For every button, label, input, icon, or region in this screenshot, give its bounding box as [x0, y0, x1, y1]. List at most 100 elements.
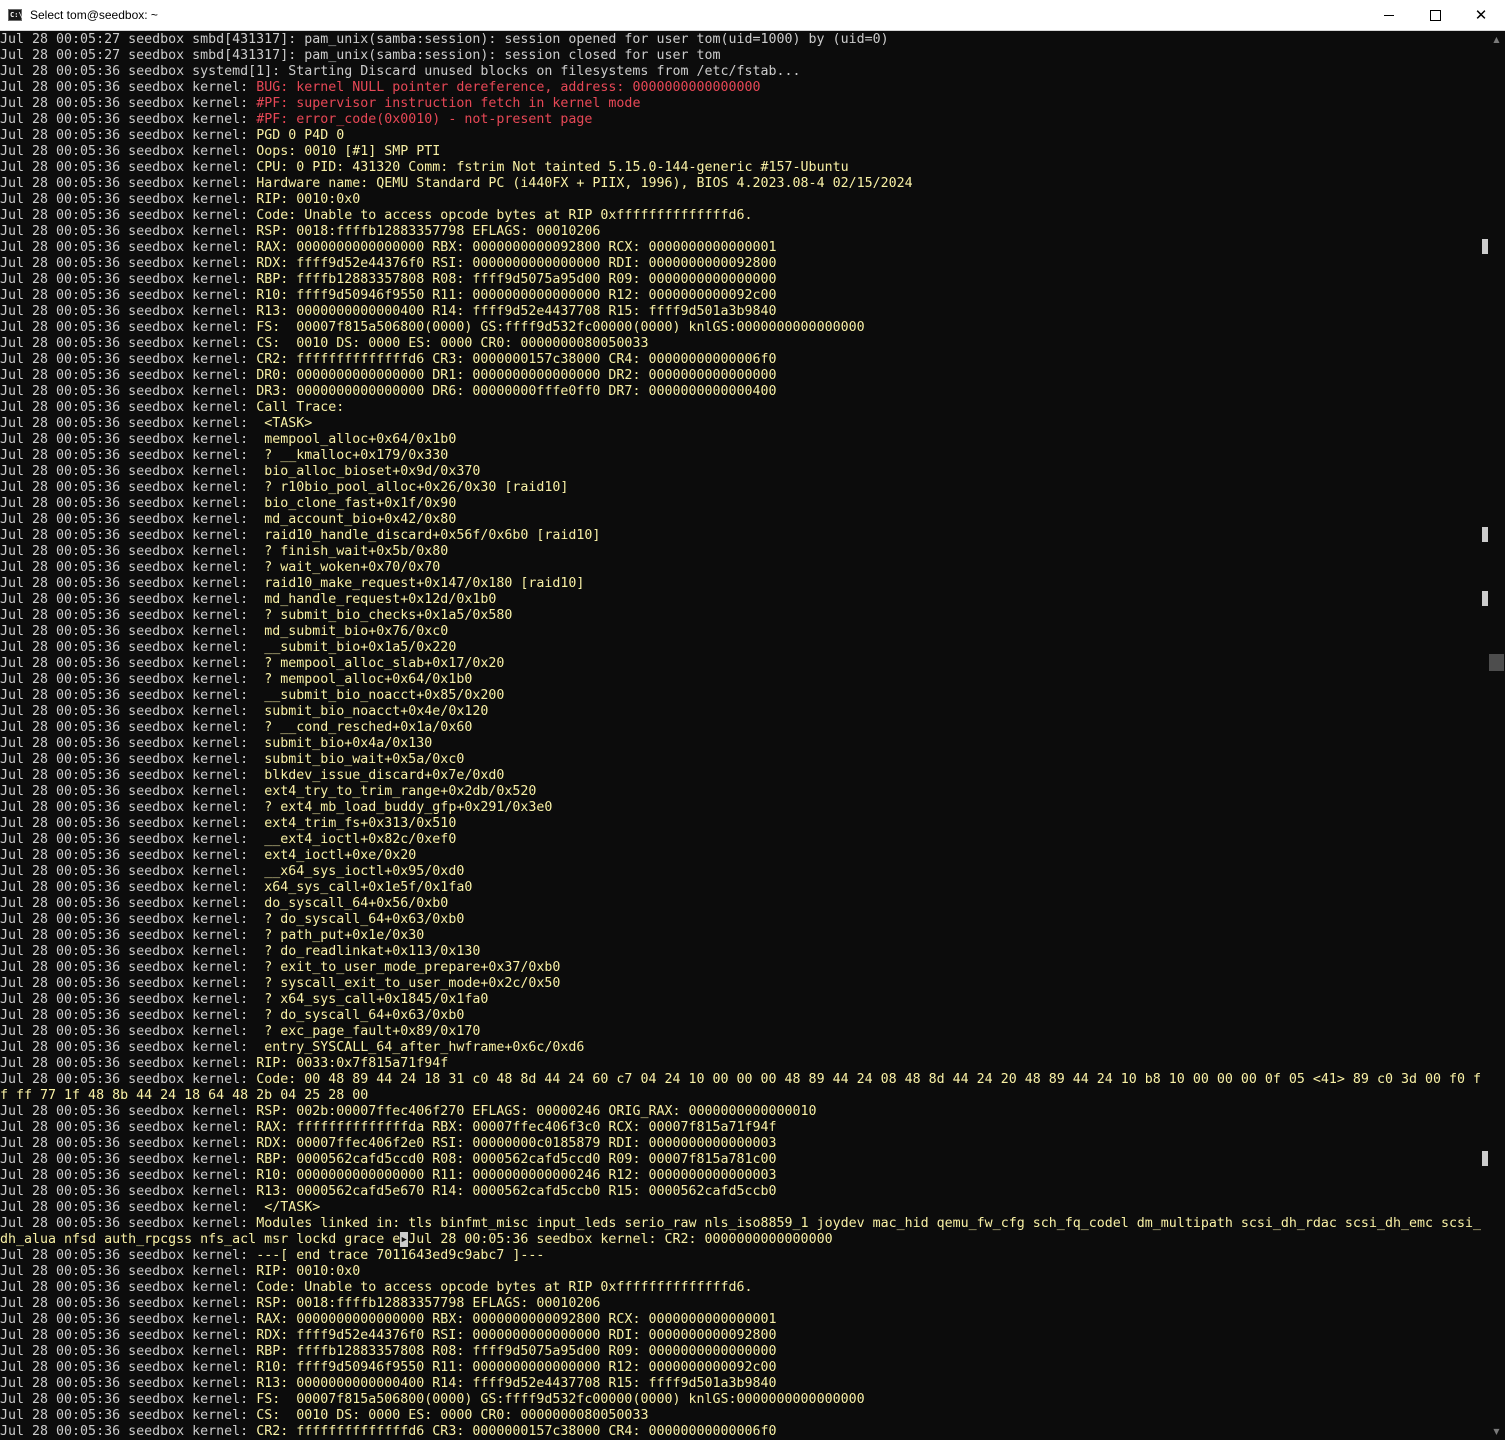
- log-message: ext4_try_to_trim_range+0x2db/0x520: [256, 784, 537, 799]
- log-message: Code: Unable to access opcode bytes at R…: [256, 1280, 753, 1295]
- terminal-line: Jul 28 00:05:36 seedbox kernel: RSP: 001…: [0, 1296, 1487, 1312]
- log-prefix: Jul 28 00:05:36 seedbox kernel:: [0, 1264, 257, 1279]
- terminal-line: Jul 28 00:05:36 seedbox kernel: FS: 0000…: [0, 320, 1487, 336]
- log-message: blkdev_issue_discard+0x7e/0xd0: [256, 768, 505, 783]
- terminal-line: Jul 28 00:05:36 seedbox kernel: R13: 000…: [0, 1376, 1487, 1392]
- terminal-line: Jul 28 00:05:36 seedbox kernel: </TASK>: [0, 1200, 1487, 1216]
- log-message: md_submit_bio+0x76/0xc0: [256, 624, 449, 639]
- terminal-line: Jul 28 00:05:36 seedbox kernel: RIP: 001…: [0, 1264, 1487, 1280]
- log-prefix: Jul 28 00:05:36 seedbox kernel:: [0, 848, 257, 863]
- log-prefix: Jul 28 00:05:36 seedbox kernel:: [0, 208, 257, 223]
- maximize-button[interactable]: [1412, 0, 1458, 30]
- log-message: R10: ffff9d50946f9550 R11: 0000000000000…: [256, 1360, 777, 1375]
- scroll-up-arrow-icon[interactable]: ▲: [1488, 31, 1505, 48]
- terminal-line: Jul 28 00:05:36 seedbox kernel: ext4_try…: [0, 784, 1487, 800]
- terminal-line: Jul 28 00:05:36 seedbox kernel: RAX: 000…: [0, 240, 1487, 256]
- terminal-line: Jul 28 00:05:36 seedbox kernel: ? syscal…: [0, 976, 1487, 992]
- terminal-line: Jul 28 00:05:36 seedbox kernel: ? do_sys…: [0, 912, 1487, 928]
- terminal-line: Jul 28 00:05:36 seedbox kernel: ? finish…: [0, 544, 1487, 560]
- window-title: Select tom@seedbox: ~: [30, 8, 158, 22]
- log-message: raid10_make_request+0x147/0x180 [raid10]: [256, 576, 585, 591]
- log-prefix: Jul 28 00:05:36 seedbox kernel:: [0, 480, 257, 495]
- log-message: bio_alloc_bioset+0x9d/0x370: [256, 464, 481, 479]
- log-message: R13: 0000000000000400 R14: ffff9d52e4437…: [256, 1376, 777, 1391]
- log-prefix: Jul 28 00:05:36 seedbox kernel:: [0, 976, 257, 991]
- log-prefix: Jul 28 00:05:36 seedbox kernel:: [0, 544, 257, 559]
- terminal-line: Jul 28 00:05:36 seedbox kernel: ext4_ioc…: [0, 848, 1487, 864]
- scrollbar-thumb[interactable]: [1489, 654, 1504, 671]
- log-prefix: Jul 28 00:05:36 seedbox kernel:: [0, 928, 257, 943]
- log-message: ? path_put+0x1e/0x30: [256, 928, 425, 943]
- log-message: CS: 0010 DS: 0000 ES: 0000 CR0: 00000000…: [256, 336, 649, 351]
- terminal-line: Jul 28 00:05:36 seedbox kernel: bio_allo…: [0, 464, 1487, 480]
- log-prefix: Jul 28 00:05:36 seedbox kernel:: [0, 1312, 257, 1327]
- terminal-line: Jul 28 00:05:36 seedbox kernel: ? submit…: [0, 608, 1487, 624]
- log-prefix: Jul 28 00:05:36 seedbox kernel:: [0, 592, 257, 607]
- terminal-line: Jul 28 00:05:27 seedbox smbd[431317]: pa…: [0, 32, 1487, 48]
- log-prefix: Jul 28 00:05:36 seedbox kernel:: [0, 528, 257, 543]
- log-prefix: Jul 28 00:05:36 seedbox kernel:: [0, 1424, 257, 1439]
- log-prefix: Jul 28 00:05:36 seedbox kernel:: [0, 1296, 257, 1311]
- log-message: ? exit_to_user_mode_prepare+0x37/0xb0: [256, 960, 561, 975]
- log-prefix: Jul 28 00:05:36 seedbox kernel:: [0, 1152, 257, 1167]
- log-prefix: Jul 28 00:05:36 seedbox kernel:: [0, 112, 257, 127]
- terminal-line: Jul 28 00:05:36 seedbox kernel: RDX: 000…: [0, 1136, 1487, 1152]
- log-message: R10: 0000000000000000 R11: 0000000000000…: [256, 1168, 777, 1183]
- terminal-output[interactable]: Jul 28 00:05:27 seedbox smbd[431317]: pa…: [0, 32, 1487, 1440]
- log-message: ? r10bio_pool_alloc+0x26/0x30 [raid10]: [256, 480, 569, 495]
- terminal-line: Jul 28 00:05:36 seedbox kernel: ? wait_w…: [0, 560, 1487, 576]
- scroll-down-arrow-icon[interactable]: ▼: [1488, 1423, 1505, 1440]
- terminal-line: Jul 28 00:05:36 seedbox kernel: ? exc_pa…: [0, 1024, 1487, 1040]
- log-prefix: Jul 28 00:05:36 seedbox kernel:: [0, 256, 257, 271]
- log-message: bio_clone_fast+0x1f/0x90: [256, 496, 457, 511]
- terminal-line: Jul 28 00:05:36 seedbox kernel: DR0: 000…: [0, 368, 1487, 384]
- close-button[interactable]: ✕: [1458, 0, 1504, 30]
- log-message: ? do_readlinkat+0x113/0x130: [256, 944, 481, 959]
- window-title-bar[interactable]: C:\ Select tom@seedbox: ~ ✕: [0, 0, 1505, 31]
- log-prefix: Jul 28 00:05:36 seedbox kernel:: [0, 240, 257, 255]
- log-message: R13: 0000562cafd5e670 R14: 0000562cafd5c…: [256, 1184, 777, 1199]
- log-prefix: Jul 28 00:05:36 seedbox kernel:: [0, 880, 257, 895]
- log-message: #PF: error_code(0x0010) - not-present pa…: [256, 112, 593, 127]
- log-prefix: Jul 28 00:05:36 seedbox kernel:: [0, 384, 257, 399]
- log-message: raid10_handle_discard+0x56f/0x6b0 [raid1…: [256, 528, 601, 543]
- scroll-marker: [1482, 527, 1488, 542]
- log-message: ? ext4_mb_load_buddy_gfp+0x291/0x3e0: [256, 800, 553, 815]
- log-message: RIP: 0010:0x0: [256, 192, 361, 207]
- log-prefix: Jul 28 00:05:36 seedbox kernel:: [0, 1328, 257, 1343]
- terminal-line: f ff 77 1f 48 8b 44 24 18 64 48 2b 04 25…: [0, 1088, 1487, 1104]
- terminal-line: Jul 28 00:05:36 seedbox kernel: RSP: 001…: [0, 224, 1487, 240]
- terminal-line: Jul 28 00:05:36 seedbox kernel: Code: Un…: [0, 1280, 1487, 1296]
- log-message: ? __kmalloc+0x179/0x330: [256, 448, 449, 463]
- log-message: ? syscall_exit_to_user_mode+0x2c/0x50: [256, 976, 561, 991]
- log-message: DR0: 0000000000000000 DR1: 0000000000000…: [256, 368, 777, 383]
- log-prefix: Jul 28 00:05:36 seedbox kernel:: [0, 944, 257, 959]
- terminal-line: Jul 28 00:05:36 seedbox kernel: md_submi…: [0, 624, 1487, 640]
- terminal-line: Jul 28 00:05:36 seedbox kernel: Modules …: [0, 1216, 1487, 1232]
- log-message: CPU: 0 PID: 431320 Comm: fstrim Not tain…: [256, 160, 849, 175]
- terminal-line: Jul 28 00:05:36 seedbox kernel: submit_b…: [0, 736, 1487, 752]
- log-message: RBP: 0000562cafd5ccd0 R08: 0000562cafd5c…: [256, 1152, 777, 1167]
- log-prefix: Jul 28 00:05:36 seedbox kernel:: [0, 448, 257, 463]
- terminal-line: Jul 28 00:05:36 seedbox kernel: PGD 0 P4…: [0, 128, 1487, 144]
- log-message: <TASK>: [256, 416, 313, 431]
- vertical-scrollbar[interactable]: ▲ ▼: [1488, 31, 1505, 1440]
- terminal-line: Jul 28 00:05:36 seedbox kernel: ? mempoo…: [0, 656, 1487, 672]
- terminal-line: Jul 28 00:05:36 seedbox kernel: raid10_m…: [0, 576, 1487, 592]
- terminal-line: Jul 28 00:05:36 seedbox kernel: CS: 0010…: [0, 1408, 1487, 1424]
- terminal-line: Jul 28 00:05:36 seedbox kernel: RBP: 000…: [0, 1152, 1487, 1168]
- log-prefix: Jul 28 00:05:36 seedbox kernel:: [0, 496, 257, 511]
- terminal-line: Jul 28 00:05:36 seedbox kernel: RDX: fff…: [0, 1328, 1487, 1344]
- terminal-line: Jul 28 00:05:36 seedbox kernel: ext4_tri…: [0, 816, 1487, 832]
- log-prefix: Jul 28 00:05:36 seedbox kernel:: [0, 1024, 257, 1039]
- log-prefix: Jul 28 00:05:36 seedbox kernel:: [0, 608, 257, 623]
- log-message: submit_bio+0x4a/0x130: [256, 736, 433, 751]
- log-message: RAX: ffffffffffffffda RBX: 00007ffec406f…: [256, 1120, 777, 1135]
- log-message: md_handle_request+0x12d/0x1b0: [256, 592, 497, 607]
- log-prefix: Jul 28 00:05:36 seedbox kernel:: [0, 368, 257, 383]
- terminal-line: Jul 28 00:05:36 seedbox kernel: Code: Un…: [0, 208, 1487, 224]
- log-prefix: Jul 28 00:05:36 seedbox kernel:: [0, 1104, 257, 1119]
- terminal-line: Jul 28 00:05:36 seedbox kernel: ? do_rea…: [0, 944, 1487, 960]
- log-message: ? do_syscall_64+0x63/0xb0: [256, 1008, 465, 1023]
- minimize-button[interactable]: [1366, 0, 1412, 30]
